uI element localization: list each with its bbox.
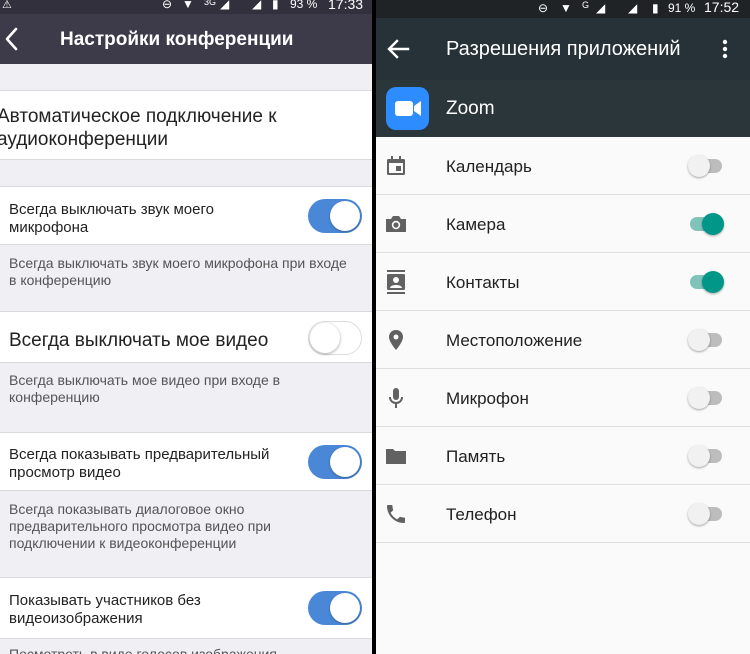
permission-label: Местоположение: [446, 331, 583, 350]
permission-label: Телефон: [446, 505, 517, 524]
signal-icon: ◢: [596, 1, 606, 15]
network-type: G: [582, 0, 590, 10]
do-not-disturb-icon: ⊖: [162, 0, 173, 11]
permission-label: Контакты: [446, 273, 520, 292]
permission-row-storage[interactable]: Память: [376, 427, 750, 485]
permission-row-camera[interactable]: Камера: [376, 195, 750, 253]
video-preview-description: Всегда показывать диалоговое окно предва…: [9, 501, 271, 551]
permission-row-microphone[interactable]: Микрофон: [376, 369, 750, 427]
permission-row-location[interactable]: Местоположение: [376, 311, 750, 369]
battery-icon: ▮: [652, 1, 659, 15]
wifi-icon: ▼: [560, 1, 572, 15]
status-bar: ⚠ ⊖ ▼ 3G ◢ ◢ ▮ 93 % 17:33: [0, 0, 372, 14]
mute-microphone-description: Всегда выключать звук моего микрофона пр…: [9, 255, 347, 288]
status-bar: ⊖ ▼ G ◢ ◢ ▮ 91 % 17:52: [376, 0, 750, 18]
page-title: Настройки конференции: [60, 29, 294, 50]
battery-level: 93 %: [290, 0, 318, 11]
app-permissions-screen: ⊖ ▼ G ◢ ◢ ▮ 91 % 17:52 Разрешения прилож…: [376, 0, 750, 654]
battery-icon: ▮: [272, 0, 279, 11]
turn-off-video-label: Всегда выключать мое видео: [9, 330, 269, 351]
phone-switch[interactable]: [688, 503, 724, 525]
back-arrow-icon[interactable]: [386, 38, 410, 60]
show-non-video-participants-label: Показывать участников без видеоизображен…: [9, 592, 201, 627]
toggle-knob: [310, 323, 340, 353]
mute-microphone-row[interactable]: Всегда выключать звук моего микрофона: [0, 186, 372, 245]
microphone-icon: [384, 386, 408, 410]
auto-connect-audio-label: Автоматическое подключение к аудиоконфер…: [0, 106, 277, 150]
warning-icon: ⚠: [2, 0, 12, 11]
phone-icon: [384, 502, 408, 526]
app-bar: Настройки конференции: [0, 14, 372, 64]
microphone-switch[interactable]: [688, 387, 724, 409]
app-info-bar: Zoom: [376, 80, 750, 137]
storage-switch[interactable]: [688, 445, 724, 467]
signal-icon-2: ◢: [252, 0, 262, 11]
wifi-icon: ▼: [182, 0, 194, 11]
toggle-knob: [330, 593, 360, 623]
folder-icon: [384, 444, 408, 468]
video-preview-label: Всегда показывать предварительный просмо…: [9, 446, 270, 481]
permission-row-phone[interactable]: Телефон: [376, 485, 750, 543]
turn-off-video-toggle[interactable]: [308, 321, 362, 355]
battery-level: 91 %: [668, 1, 696, 15]
app-bar: Разрешения приложений: [376, 18, 750, 80]
location-switch[interactable]: [688, 329, 724, 351]
signal-icon: ◢: [220, 0, 230, 11]
clock: 17:33: [328, 0, 364, 12]
mute-microphone-toggle[interactable]: [308, 199, 362, 233]
signal-icon-2: ◢: [628, 1, 638, 15]
show-non-video-participants-row[interactable]: Показывать участников без видеоизображен…: [0, 577, 372, 639]
zoom-meeting-settings-screen: ⚠ ⊖ ▼ 3G ◢ ◢ ▮ 93 % 17:33 Настройки конф…: [0, 0, 372, 654]
toggle-knob: [330, 201, 360, 231]
camera-icon: [384, 212, 408, 236]
permission-label: Календарь: [446, 157, 532, 176]
back-arrow-icon[interactable]: [2, 25, 22, 53]
contacts-icon: [384, 270, 408, 294]
camera-switch[interactable]: [688, 213, 724, 235]
calendar-icon: [384, 154, 408, 178]
screenshot-composite: ⚠ ⊖ ▼ 3G ◢ ◢ ▮ 93 % 17:33 Настройки конф…: [0, 0, 750, 654]
zoom-video-icon: [386, 87, 429, 130]
app-name: Zoom: [446, 98, 495, 119]
show-non-video-participants-description: Посмотреть в виде голосов изображения: [9, 646, 277, 654]
network-type: 3G: [204, 0, 217, 7]
permission-label: Память: [446, 447, 506, 466]
permission-row-contacts[interactable]: Контакты: [376, 253, 750, 311]
page-title: Разрешения приложений: [446, 38, 681, 60]
contacts-switch[interactable]: [688, 271, 724, 293]
show-non-video-participants-toggle[interactable]: [308, 591, 362, 625]
do-not-disturb-icon: ⊖: [538, 1, 549, 15]
permission-row-calendar[interactable]: Календарь: [376, 137, 750, 195]
calendar-switch[interactable]: [688, 155, 724, 177]
auto-connect-audio-row[interactable]: Автоматическое подключение к аудиоконфер…: [0, 90, 372, 160]
toggle-knob: [330, 447, 360, 477]
mute-microphone-label: Всегда выключать звук моего микрофона: [9, 201, 214, 236]
location-icon: [384, 328, 408, 352]
more-options-icon[interactable]: [722, 38, 728, 60]
turn-off-video-description: Всегда выключать мое видео при входе в к…: [9, 372, 281, 405]
permission-label: Камера: [446, 215, 506, 234]
turn-off-video-row[interactable]: Всегда выключать мое видео: [0, 311, 372, 363]
video-preview-toggle[interactable]: [308, 445, 362, 479]
clock: 17:52: [704, 0, 740, 15]
video-preview-row[interactable]: Всегда показывать предварительный просмо…: [0, 432, 372, 491]
permission-label: Микрофон: [446, 389, 529, 408]
